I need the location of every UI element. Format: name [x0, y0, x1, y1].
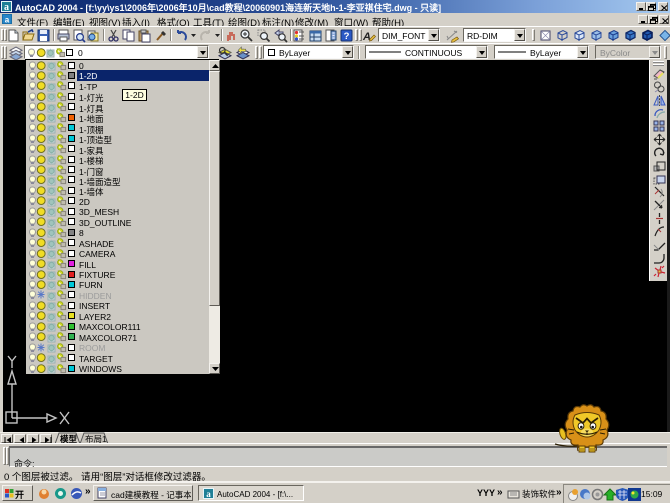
svg-text:a: a [4, 2, 9, 13]
svg-text:a: a [206, 489, 211, 499]
svg-text:a: a [5, 16, 10, 25]
svg-text:?: ? [344, 31, 350, 42]
